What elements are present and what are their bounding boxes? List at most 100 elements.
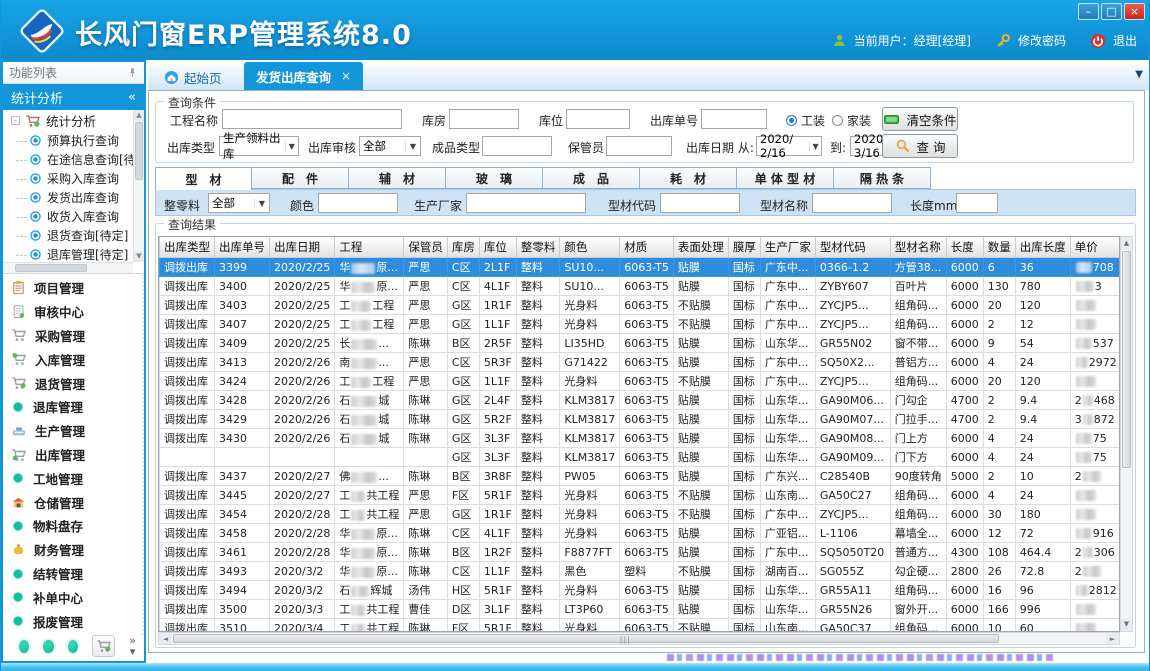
grid-cell[interactable]: 3	[1070, 277, 1120, 296]
grid-cell[interactable]: 国标	[728, 619, 760, 633]
sidebar-item-出库管理[interactable]: 出库管理	[11, 445, 142, 465]
grid-cell[interactable]: 5R3F	[479, 353, 516, 372]
grid-cell[interactable]: 9.4	[1015, 410, 1070, 429]
grid-cell[interactable]: 130	[983, 277, 1015, 296]
grid-cell[interactable]: G区	[447, 315, 479, 334]
grid-cell[interactable]: 严思	[404, 486, 448, 505]
grid-cell[interactable]: F区	[447, 486, 479, 505]
change-password-button[interactable]: 修改密码	[1018, 32, 1066, 49]
grid-cell[interactable]: 10	[1015, 467, 1070, 486]
grid-cell[interactable]: 2020/2/25	[270, 296, 335, 315]
grid-cell[interactable]: 2468	[1070, 391, 1120, 410]
scroll-up-icon[interactable]: ▲	[134, 110, 144, 121]
grid-cell[interactable]: 调拨出库	[160, 600, 215, 619]
grid-cell[interactable]: 调拨出库	[160, 486, 215, 505]
grid-cell[interactable]: 国标	[728, 486, 760, 505]
grid-cell[interactable]: 24	[1015, 448, 1070, 467]
grid-cell[interactable]: GR55A11	[815, 581, 890, 600]
grid-cell[interactable]: 1R2F	[479, 543, 516, 562]
grid-cell[interactable]: 6063-T5	[620, 505, 674, 524]
grid-cell[interactable]: 2306	[1070, 543, 1120, 562]
grid-cell[interactable]: G区	[447, 410, 479, 429]
grid-cell[interactable]: 6063-T5	[620, 448, 674, 467]
tab-overflow-icon[interactable]: ▼	[1135, 69, 1143, 80]
grid-cell[interactable]: SU10...	[560, 277, 620, 296]
footer-cart-button[interactable]	[92, 635, 115, 657]
grid-cell[interactable]: 整料	[516, 600, 560, 619]
grid-cell[interactable]: 组角码...	[890, 581, 946, 600]
grid-cell[interactable]: 6063-T5	[620, 543, 674, 562]
sidebar-item-采购管理[interactable]: 采购管理	[11, 325, 142, 345]
grid-horizontal-scrollbar[interactable]: ◄ ||| ►	[158, 632, 1120, 645]
table-row[interactable]: 调拨出库34092020/2/25长...陈琳B区2R5F整料LI35HD606…	[160, 334, 1121, 353]
grid-cell[interactable]: 12	[1015, 315, 1070, 334]
grid-cell[interactable]: 3428	[215, 391, 270, 410]
grid-cell[interactable]: GA50C37	[815, 619, 890, 633]
tree-item[interactable]: 退货查询[待定]	[3, 226, 144, 245]
grid-cell[interactable]: 6000	[946, 429, 983, 448]
grid-cell[interactable]: 整料	[516, 524, 560, 543]
grid-cell[interactable]: 5R2F	[479, 410, 516, 429]
grid-cell[interactable]: 4L1F	[479, 277, 516, 296]
grid-cell[interactable]: 2020/2/26	[270, 391, 335, 410]
grid-cell[interactable]: 3458	[215, 524, 270, 543]
grid-cell[interactable]: 国标	[728, 524, 760, 543]
grid-cell[interactable]: 门勾企	[890, 391, 946, 410]
grid-cell[interactable]: 5000	[946, 467, 983, 486]
grid-cell[interactable]: 6063-T5	[620, 619, 674, 633]
grid-cell[interactable]: 180	[1015, 505, 1070, 524]
table-row[interactable]: 调拨出库35102020/3/4工共工程陈琳F区5R1F整料光身料6063-T5…	[160, 619, 1121, 633]
grid-cell[interactable]: 陈琳	[404, 391, 448, 410]
grid-cell[interactable]: 广东中...	[760, 296, 815, 315]
grid-cell[interactable]: 幕墙全...	[890, 524, 946, 543]
grid-cell[interactable]: LT3P60	[560, 600, 620, 619]
grid-cell[interactable]: 2972	[1070, 353, 1120, 372]
grid-cell[interactable]: 山东南...	[760, 486, 815, 505]
grid-cell[interactable]: GA50C27	[815, 486, 890, 505]
grid-cell[interactable]: 组角码...	[890, 619, 946, 633]
grid-cell[interactable]: 整料	[516, 448, 560, 467]
grid-cell[interactable]: 6000	[946, 296, 983, 315]
grid-cell[interactable]: 整料	[516, 486, 560, 505]
grid-cell[interactable]: 整料	[516, 258, 560, 277]
column-header[interactable]: 库房	[447, 237, 479, 258]
grid-cell[interactable]: 调拨出库	[160, 581, 215, 600]
column-header[interactable]: 出库类型	[160, 237, 215, 258]
grid-cell[interactable]: 严思	[404, 277, 448, 296]
column-header[interactable]: 出库单号	[215, 237, 270, 258]
grid-vscroll-thumb[interactable]	[1122, 251, 1131, 468]
grid-cell[interactable]: 2020/2/27	[270, 467, 335, 486]
grid-cell[interactable]: 调拨出库	[160, 562, 215, 581]
maximize-button[interactable]: □	[1101, 3, 1122, 20]
grid-cell[interactable]: PW05	[560, 467, 620, 486]
grid-cell[interactable]: 整料	[516, 277, 560, 296]
project-name-input[interactable]	[222, 109, 402, 129]
grid-cell[interactable]: 国标	[728, 429, 760, 448]
column-header[interactable]: 保管员	[404, 237, 448, 258]
grid-cell[interactable]: G区	[447, 429, 479, 448]
grid-cell[interactable]: 光身料	[560, 524, 620, 543]
grid-cell[interactable]: 3454	[215, 505, 270, 524]
tree-item[interactable]: 预算执行查询	[3, 131, 144, 150]
grid-cell[interactable]	[404, 448, 448, 467]
grid-cell[interactable]	[1070, 619, 1120, 633]
footer-dot-icon[interactable]	[68, 640, 78, 653]
grid-cell[interactable]: 4300	[946, 543, 983, 562]
grid-cell[interactable]: 贴膜	[673, 448, 728, 467]
grid-cell[interactable]: 3L3F	[479, 448, 516, 467]
grid-cell[interactable]: 调拨出库	[160, 410, 215, 429]
footer-chevron[interactable]: »▾	[129, 635, 136, 657]
grid-cell[interactable]: 组角码...	[890, 486, 946, 505]
grid-cell[interactable]: G71422	[560, 353, 620, 372]
column-header[interactable]: 生产厂家	[760, 237, 815, 258]
grid-cell[interactable]: 广东中...	[760, 505, 815, 524]
grid-cell[interactable]: G区	[447, 372, 479, 391]
grid-cell[interactable]: 916	[1070, 524, 1120, 543]
table-row[interactable]: 调拨出库34612020/2/28华原...陈琳B区1R2F整料F8877FT6…	[160, 543, 1121, 562]
grid-cell[interactable]: 2020/2/25	[270, 315, 335, 334]
table-row[interactable]: 调拨出库34582020/2/28华原...陈琳C区4L1F整料光身料6063-…	[160, 524, 1121, 543]
grid-cell[interactable]: 光身料	[560, 296, 620, 315]
grid-cell[interactable]: 山东华...	[760, 429, 815, 448]
grid-cell[interactable]: 华原...	[335, 562, 404, 581]
grid-cell[interactable]: 6063-T5	[620, 581, 674, 600]
